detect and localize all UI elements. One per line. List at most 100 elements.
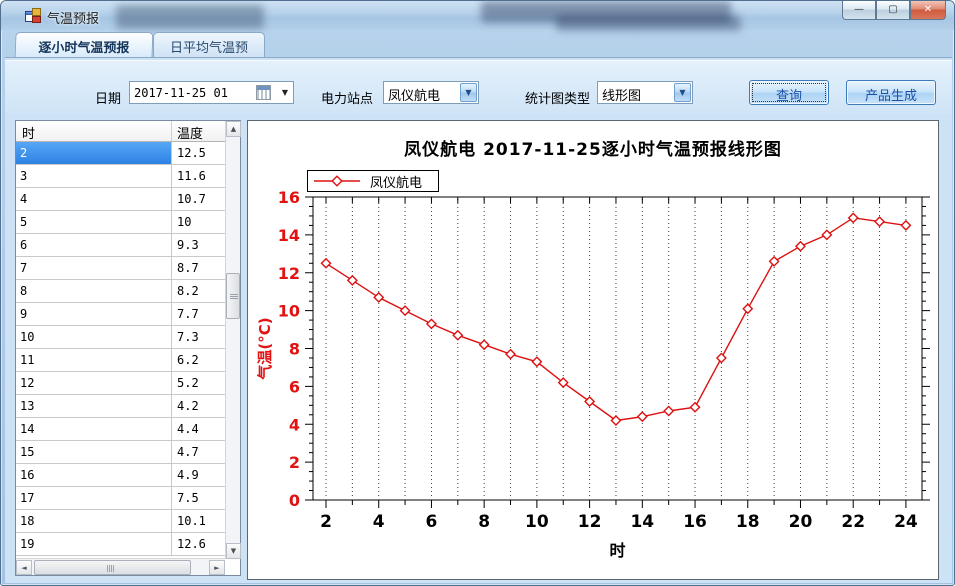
table-row[interactable]: 410.7 <box>16 188 225 211</box>
cell-hour[interactable]: 6 <box>16 234 172 256</box>
cell-hour[interactable]: 10 <box>16 326 172 348</box>
cell-temperature[interactable]: 10.1 <box>172 510 225 532</box>
title-bar[interactable]: 气温预报 — ▢ ✕ <box>1 1 954 30</box>
cell-hour[interactable]: 4 <box>16 188 172 210</box>
table-row[interactable]: 134.2 <box>16 395 225 418</box>
cell-hour[interactable]: 18 <box>16 510 172 532</box>
svg-text:8: 8 <box>289 340 300 359</box>
cell-temperature[interactable]: 12.5 <box>172 142 225 164</box>
cell-hour[interactable]: 8 <box>16 280 172 302</box>
toolbar: 日期 2017-11-25 01 ▼ 电力站点 凤仪航电 ▼ 统计图类型 线形图… <box>5 60 952 114</box>
table-row[interactable]: 1810.1 <box>16 510 225 533</box>
scroll-down-icon[interactable]: ▼ <box>226 543 241 559</box>
table-row[interactable]: 311.6 <box>16 165 225 188</box>
table-row[interactable]: 164.9 <box>16 464 225 487</box>
window-title: 气温预报 <box>47 8 99 27</box>
cell-temperature[interactable]: 8.2 <box>172 280 225 302</box>
tab-hourly-forecast[interactable]: 逐小时气温预报 <box>15 32 154 57</box>
calendar-icon[interactable] <box>256 85 271 100</box>
cell-hour[interactable]: 12 <box>16 372 172 394</box>
table-row[interactable]: 510 <box>16 211 225 234</box>
scroll-left-icon[interactable]: ◄ <box>16 560 32 575</box>
background-window-blur <box>556 15 741 31</box>
cell-temperature[interactable]: 11.6 <box>172 165 225 187</box>
cell-hour[interactable]: 19 <box>16 533 172 555</box>
cell-hour[interactable]: 2 <box>16 142 172 164</box>
svg-text:8: 8 <box>478 512 490 532</box>
table-row[interactable]: 69.3 <box>16 234 225 257</box>
table-row[interactable]: 154.7 <box>16 441 225 464</box>
chart-type-dropdown-arrow-icon[interactable]: ▼ <box>674 83 691 102</box>
horizontal-scrollbar-thumb[interactable] <box>34 560 191 575</box>
cell-temperature[interactable]: 7.7 <box>172 303 225 325</box>
cell-temperature[interactable]: 7.3 <box>172 326 225 348</box>
background-window-blur <box>481 1 731 23</box>
column-header-hour[interactable]: 时 <box>16 121 172 141</box>
cell-temperature[interactable]: 4.9 <box>172 464 225 486</box>
cell-hour[interactable]: 13 <box>16 395 172 417</box>
cell-temperature[interactable]: 5.2 <box>172 372 225 394</box>
tab-page: 日期 2017-11-25 01 ▼ 电力站点 凤仪航电 ▼ 统计图类型 线形图… <box>5 57 952 583</box>
minimize-button[interactable]: — <box>842 1 876 20</box>
cell-temperature[interactable]: 4.4 <box>172 418 225 440</box>
station-select[interactable]: 凤仪航电 ▼ <box>383 81 479 104</box>
scroll-right-icon[interactable]: ► <box>209 560 225 575</box>
table-vertical-scrollbar[interactable]: ▲ ▼ <box>225 121 240 559</box>
cell-temperature[interactable]: 10 <box>172 211 225 233</box>
cell-hour[interactable]: 3 <box>16 165 172 187</box>
tab-daily-average-forecast[interactable]: 日平均气温预报 <box>153 32 265 57</box>
table-row[interactable]: 116.2 <box>16 349 225 372</box>
table-horizontal-scrollbar[interactable]: ◄ ► <box>16 558 225 575</box>
table-row[interactable]: 88.2 <box>16 280 225 303</box>
cell-temperature[interactable]: 4.7 <box>172 441 225 463</box>
cell-hour[interactable]: 9 <box>16 303 172 325</box>
date-dropdown-arrow-icon[interactable]: ▼ <box>282 88 288 97</box>
table-row[interactable]: 177.5 <box>16 487 225 510</box>
date-picker[interactable]: 2017-11-25 01 ▼ <box>129 81 294 104</box>
svg-text:2: 2 <box>289 453 300 472</box>
svg-text:12: 12 <box>278 264 300 283</box>
cell-hour[interactable]: 17 <box>16 487 172 509</box>
cell-temperature[interactable]: 9.3 <box>172 234 225 256</box>
svg-text:6: 6 <box>426 512 438 532</box>
table-row[interactable]: 1912.6 <box>16 533 225 556</box>
background-window-blur <box>116 5 264 29</box>
temperature-line-chart: 246810121416182022240246810121416气温(°C)时 <box>248 121 938 579</box>
app-icon <box>25 8 41 23</box>
table-row[interactable]: 107.3 <box>16 326 225 349</box>
cell-hour[interactable]: 16 <box>16 464 172 486</box>
cell-hour[interactable]: 15 <box>16 441 172 463</box>
cell-temperature[interactable]: 12.6 <box>172 533 225 555</box>
column-header-temperature[interactable]: 温度 <box>172 121 225 141</box>
cell-temperature[interactable]: 6.2 <box>172 349 225 371</box>
generate-product-button[interactable]: 产品生成 <box>846 80 936 105</box>
cell-hour[interactable]: 11 <box>16 349 172 371</box>
temperature-table-panel: 时 温度 212.5311.6410.751069.378.788.297.71… <box>15 120 241 576</box>
chart-type-label: 统计图类型 <box>525 88 590 107</box>
station-dropdown-arrow-icon[interactable]: ▼ <box>460 83 477 102</box>
scroll-up-icon[interactable]: ▲ <box>226 121 241 137</box>
table-row[interactable]: 78.7 <box>16 257 225 280</box>
cell-temperature[interactable]: 4.2 <box>172 395 225 417</box>
cell-hour[interactable]: 5 <box>16 211 172 233</box>
svg-text:22: 22 <box>841 512 865 532</box>
cell-hour[interactable]: 14 <box>16 418 172 440</box>
chart-type-select[interactable]: 线形图 ▼ <box>597 81 693 104</box>
cell-temperature[interactable]: 8.7 <box>172 257 225 279</box>
query-button[interactable]: 查询 <box>749 80 829 105</box>
table-row[interactable]: 97.7 <box>16 303 225 326</box>
svg-text:20: 20 <box>789 512 813 532</box>
vertical-scrollbar-thumb[interactable] <box>226 273 240 319</box>
close-button[interactable]: ✕ <box>910 1 946 20</box>
maximize-button[interactable]: ▢ <box>876 1 910 20</box>
date-label: 日期 <box>95 88 121 107</box>
table-row[interactable]: 144.4 <box>16 418 225 441</box>
cell-temperature[interactable]: 10.7 <box>172 188 225 210</box>
svg-text:时: 时 <box>609 541 625 560</box>
cell-hour[interactable]: 7 <box>16 257 172 279</box>
table-row[interactable]: 125.2 <box>16 372 225 395</box>
svg-text:16: 16 <box>278 188 300 207</box>
svg-text:气温(°C): 气温(°C) <box>256 317 274 380</box>
cell-temperature[interactable]: 7.5 <box>172 487 225 509</box>
table-row[interactable]: 212.5 <box>16 142 225 165</box>
